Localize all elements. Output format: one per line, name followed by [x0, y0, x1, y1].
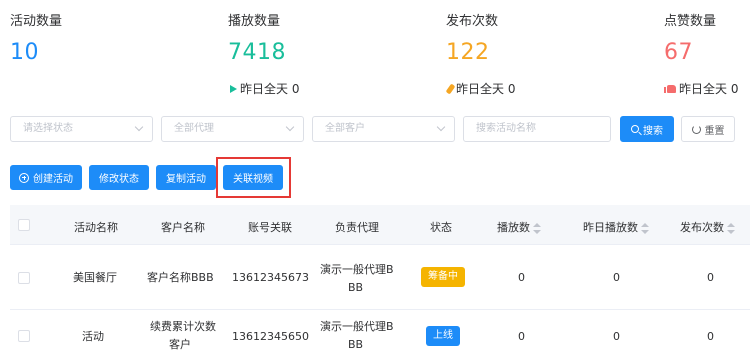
modify-status-button[interactable]: 修改状态: [89, 165, 149, 190]
table-header: 活动名称 客户名称 账号关联 负责代理 状态 播放数 昨日播放数 发布次数: [10, 205, 750, 245]
reset-button-label: 重置: [704, 125, 725, 137]
cell-name: 活动: [82, 330, 104, 343]
table-row: 美国餐厅 客户名称BBB 13612345673 演示一般代理B BB 筹备中 …: [10, 245, 750, 310]
cell-plays: 0: [518, 330, 525, 343]
stat-yesterday-text: 昨日全天 0: [240, 82, 300, 96]
cell-publishes: 0: [707, 330, 714, 343]
pen-icon: [445, 82, 456, 95]
sort-icon: [533, 222, 541, 234]
cell-yesterday-plays: 0: [613, 330, 620, 343]
stat-yesterday: 昨日全天 0: [230, 80, 299, 97]
stat-value: 67: [664, 40, 693, 65]
cell-customer-line1: 续费累计次数: [150, 320, 216, 333]
search-button-label: 搜索: [643, 125, 663, 137]
cell-account: 13612345673: [232, 271, 309, 284]
stat-label: 活动数量: [10, 14, 63, 29]
customer-select-placeholder: 全部客户: [325, 123, 365, 134]
cell-agent-line1: 演示一般代理B: [320, 320, 394, 333]
agent-select-placeholder: 全部代理: [174, 123, 214, 134]
column-header: 负责代理: [335, 221, 379, 234]
cell-customer-line2: 客户: [169, 338, 191, 351]
search-input[interactable]: 搜索活动名称: [463, 116, 611, 142]
reset-button[interactable]: 重置: [681, 116, 735, 142]
status-badge: 筹备中: [421, 267, 465, 287]
agent-select[interactable]: 全部代理: [161, 116, 304, 142]
customer-select[interactable]: 全部客户: [312, 116, 455, 142]
stat-label: 播放数量: [228, 14, 281, 29]
highlight-box: [216, 157, 291, 198]
chevron-down-icon: [285, 122, 295, 132]
modify-status-label: 修改状态: [99, 174, 139, 185]
stat-yesterday-text: 昨日全天 0: [679, 82, 739, 96]
cell-customer: 客户名称BBB: [147, 271, 214, 284]
stat-value: 7418: [228, 40, 286, 65]
column-header-sortable[interactable]: 发布次数: [680, 219, 735, 235]
cell-name: 美国餐厅: [73, 271, 117, 284]
search-icon: [631, 125, 639, 133]
create-activity-label: 创建活动: [33, 174, 73, 185]
column-header-label: 播放数: [497, 221, 530, 234]
search-input-placeholder: 搜索活动名称: [476, 123, 536, 134]
column-header-sortable[interactable]: 播放数: [497, 219, 541, 235]
status-select-placeholder: 请选择状态: [23, 123, 73, 134]
cell-yesterday-plays: 0: [613, 271, 620, 284]
plus-circle-icon: [19, 172, 29, 183]
sort-icon: [641, 222, 649, 234]
column-header: 账号关联: [248, 221, 292, 234]
refresh-icon: [691, 124, 701, 134]
column-header-sortable[interactable]: 昨日播放数: [583, 219, 649, 235]
table-row: 活动 续费累计次数 客户 13612345650 演示一般代理B BB 上线 0…: [10, 310, 750, 362]
copy-activity-label: 复制活动: [166, 174, 206, 185]
cell-account: 13612345650: [232, 330, 309, 343]
thumb-up-icon: [664, 84, 676, 93]
cell-publishes: 0: [707, 271, 714, 284]
cell-agent-line2: BB: [348, 281, 364, 294]
stat-value: 122: [446, 40, 490, 65]
status-badge: 上线: [426, 326, 460, 346]
column-header: 状态: [430, 221, 452, 234]
stat-yesterday: 昨日全天 0: [664, 80, 739, 97]
select-all-checkbox[interactable]: [18, 219, 30, 231]
cell-agent-line1: 演示一般代理B: [320, 263, 394, 276]
status-select[interactable]: 请选择状态: [10, 116, 153, 142]
chevron-down-icon: [436, 122, 446, 132]
play-icon: [230, 84, 237, 93]
chevron-down-icon: [134, 122, 144, 132]
sort-icon: [727, 222, 735, 234]
cell-agent-line2: BB: [348, 338, 364, 351]
column-header: 活动名称: [74, 221, 118, 234]
stat-label: 点赞数量: [664, 14, 717, 29]
stat-value: 10: [10, 40, 39, 65]
row-checkbox[interactable]: [18, 272, 30, 284]
stat-yesterday: 昨日全天 0: [445, 80, 516, 97]
column-header-label: 发布次数: [680, 221, 724, 234]
row-checkbox[interactable]: [18, 330, 30, 342]
search-button[interactable]: 搜索: [620, 116, 674, 142]
copy-activity-button[interactable]: 复制活动: [156, 165, 216, 190]
create-activity-button[interactable]: 创建活动: [10, 165, 82, 190]
stat-yesterday-text: 昨日全天 0: [456, 82, 516, 96]
column-header: 客户名称: [161, 221, 205, 234]
cell-plays: 0: [518, 271, 525, 284]
column-header-label: 昨日播放数: [583, 221, 638, 234]
stat-label: 发布次数: [446, 14, 499, 29]
